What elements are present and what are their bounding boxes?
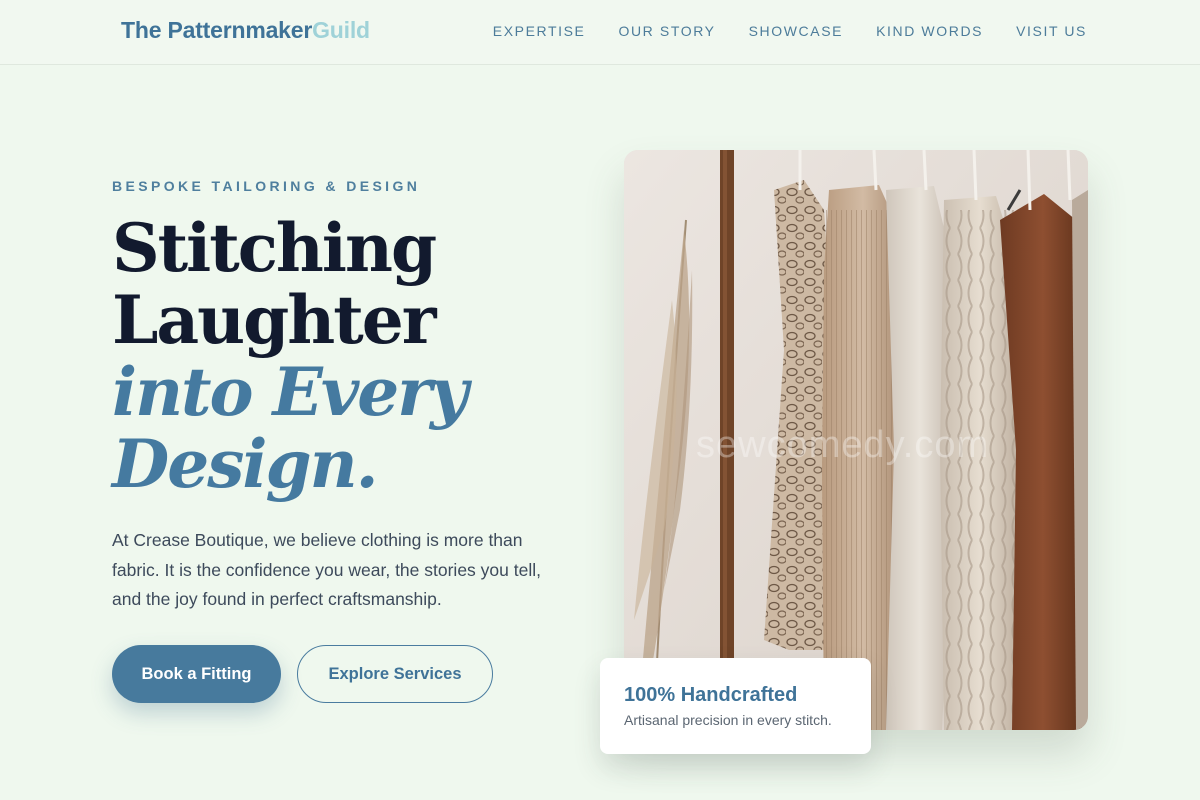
nav-links: EXPERTISE OUR STORY SHOWCASE KIND WORDS … xyxy=(493,22,1087,40)
nav-link-showcase[interactable]: SHOWCASE xyxy=(749,22,843,40)
logo-accent-text: Guild xyxy=(312,17,370,43)
headline-line-3: into Every xyxy=(112,353,468,431)
image-watermark: sewcomedy.com xyxy=(696,424,990,466)
top-nav: The PatternmakerGuild EXPERTISE OUR STOR… xyxy=(0,0,1200,65)
badge-title: 100% Handcrafted xyxy=(624,684,798,706)
book-fitting-button[interactable]: Book a Fitting xyxy=(112,645,281,703)
headline-line-4: Design. xyxy=(112,425,379,503)
nav-link-expertise[interactable]: EXPERTISE xyxy=(493,22,586,40)
site-logo[interactable]: The PatternmakerGuild xyxy=(121,17,370,44)
badge-subtitle: Artisanal precision in every stitch. xyxy=(624,712,832,728)
hero-eyebrow: BESPOKE TAILORING & DESIGN xyxy=(112,178,421,194)
logo-main-text: The Patternmaker xyxy=(121,17,313,43)
explore-services-button[interactable]: Explore Services xyxy=(297,645,493,703)
headline-line-1: Stitching xyxy=(112,209,437,287)
hero-headline: Stitching Laughter into Every Design. xyxy=(112,212,572,500)
nav-link-our-story[interactable]: OUR STORY xyxy=(618,22,715,40)
handcrafted-badge-card: 100% Handcrafted Artisanal precision in … xyxy=(600,658,871,754)
nav-link-kind-words[interactable]: KIND WORDS xyxy=(876,22,983,40)
nav-link-visit-us[interactable]: VISIT US xyxy=(1016,22,1087,40)
headline-line-2: Laughter xyxy=(112,281,437,359)
hero-description: At Crease Boutique, we believe clothing … xyxy=(112,530,541,609)
